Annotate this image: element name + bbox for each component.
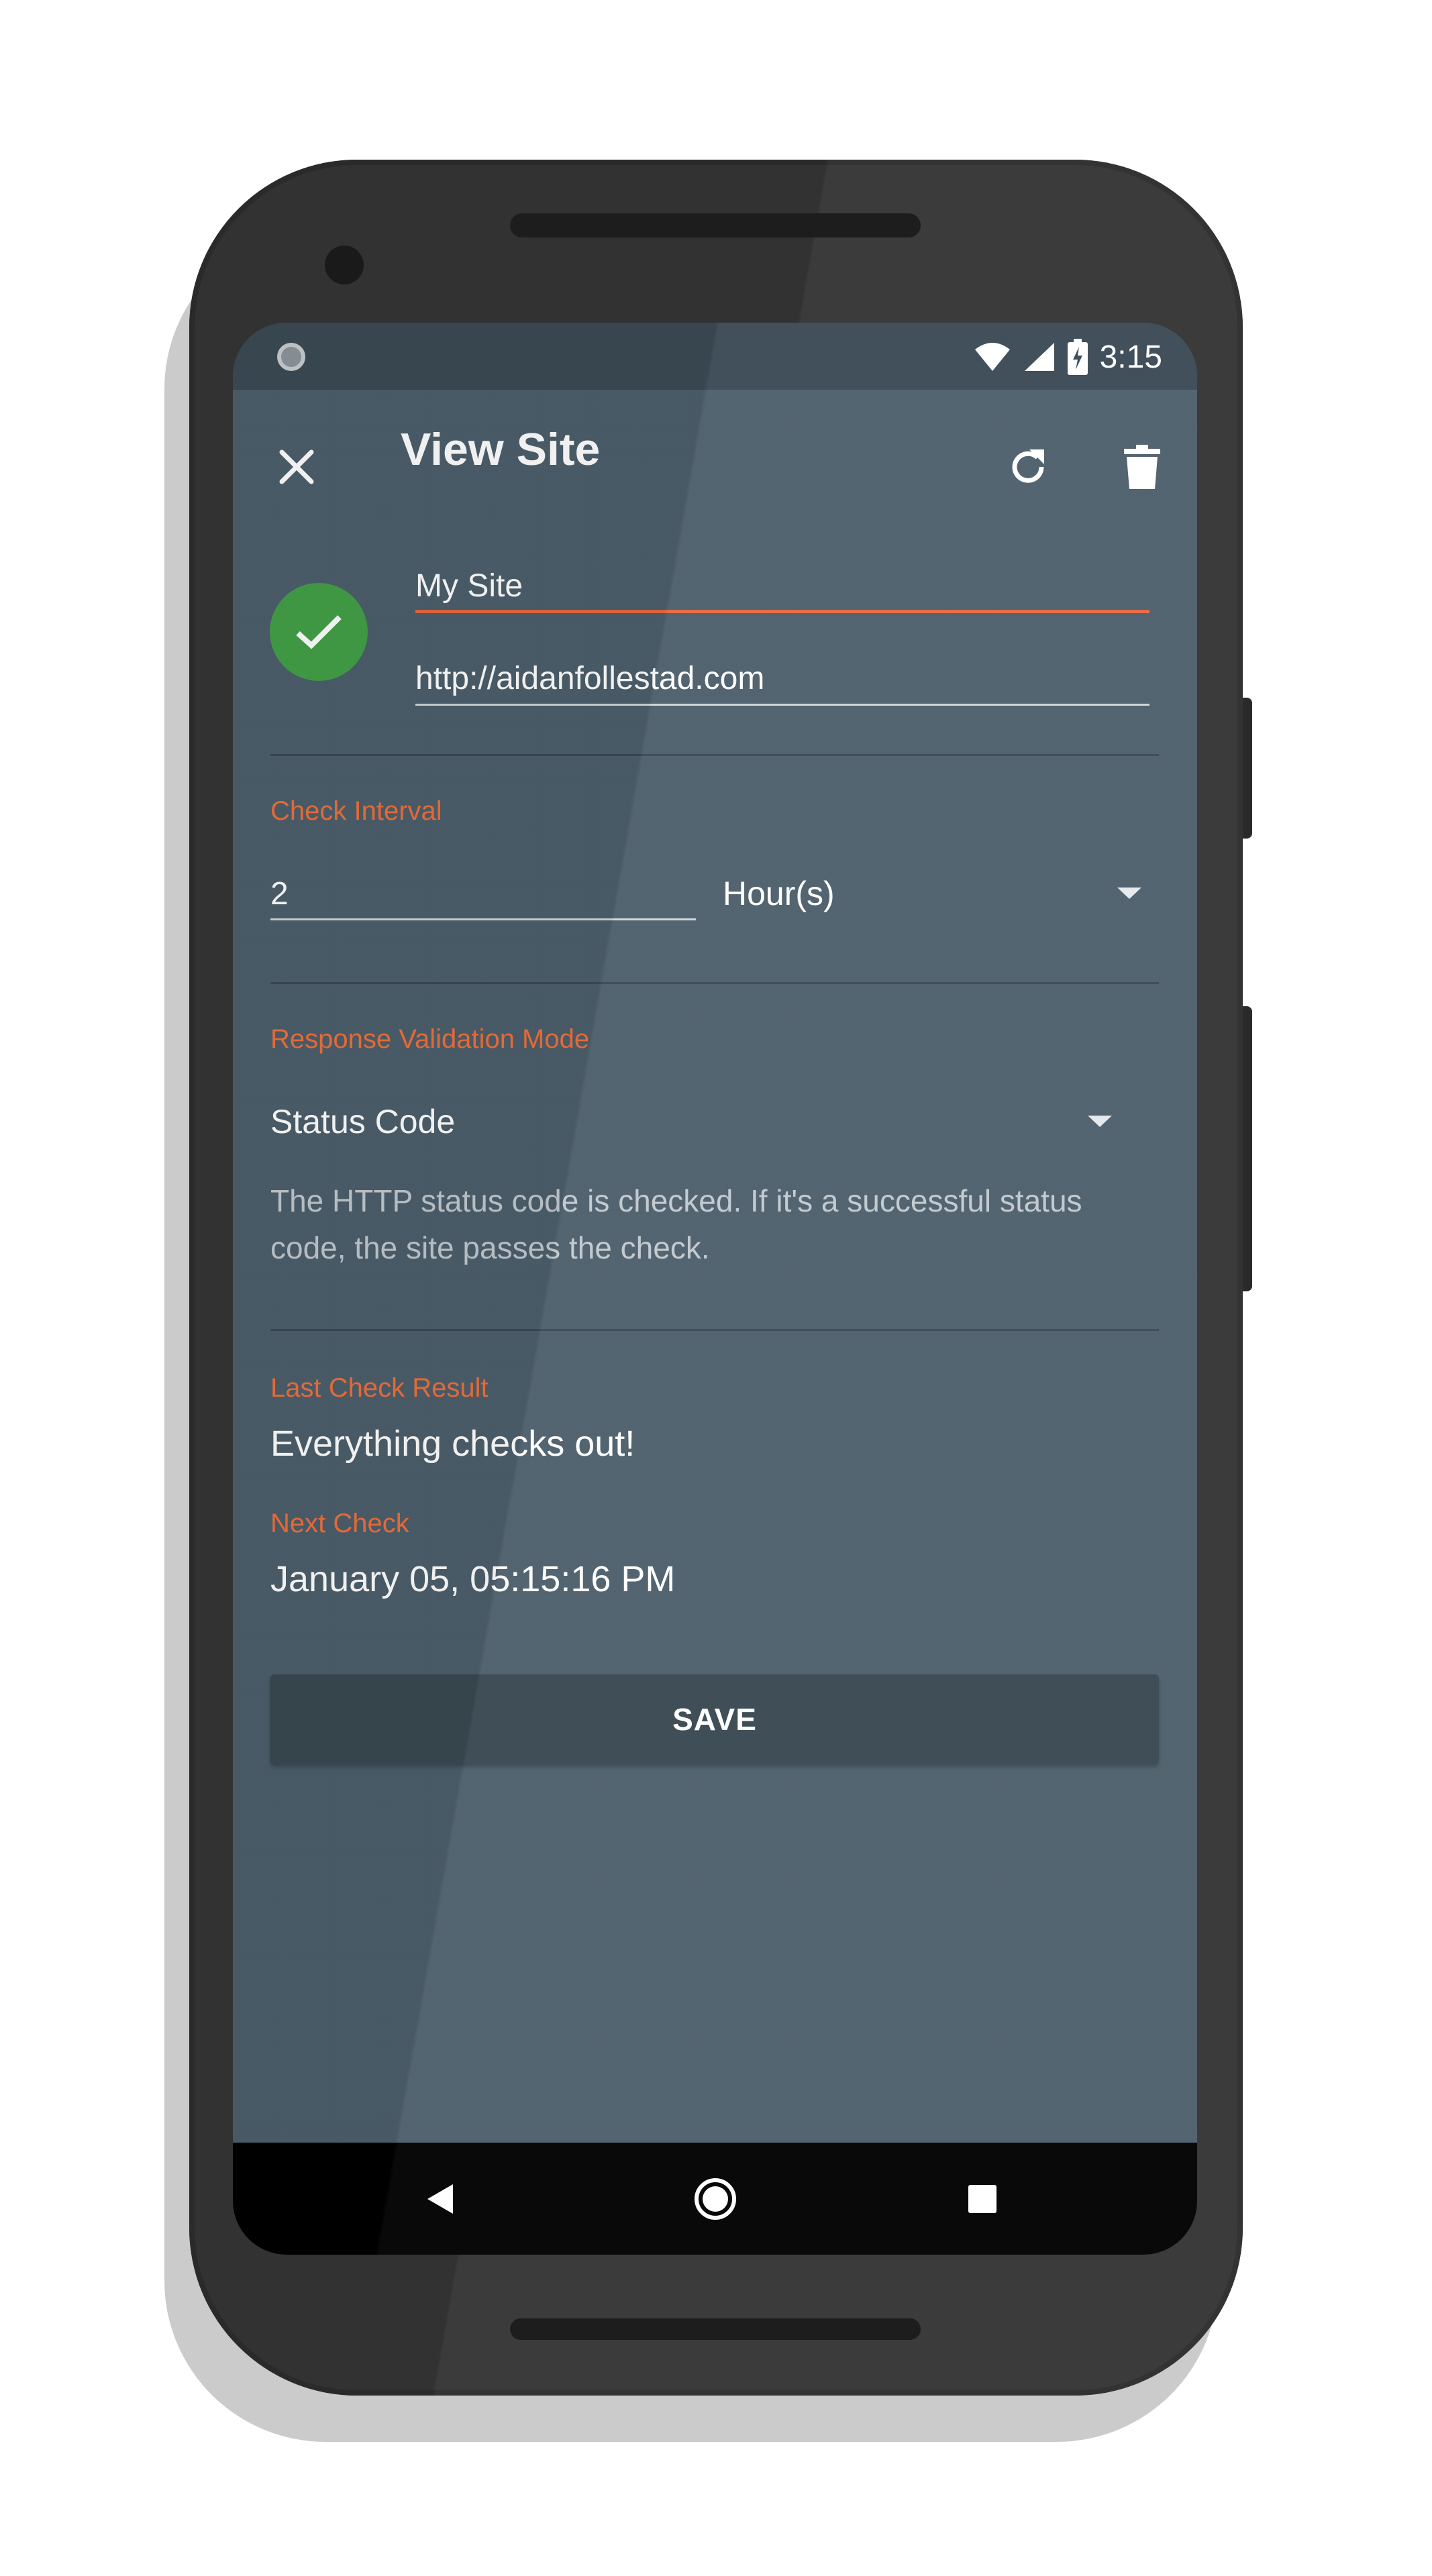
front-camera	[325, 246, 364, 284]
delete-button[interactable]	[1105, 430, 1179, 504]
check-icon	[296, 615, 342, 649]
app-screen: 3:15 View Site Check Interval Hour(s) Re…	[233, 323, 1197, 2255]
validation-mode-dropdown[interactable]: Status Code	[270, 1087, 1159, 1155]
site-name-underline	[415, 610, 1149, 613]
delete-icon	[1124, 445, 1160, 489]
navigation-bar	[233, 2143, 1197, 2255]
last-check-label: Last Check Result	[270, 1373, 489, 1403]
wifi-icon	[974, 343, 1010, 371]
back-button[interactable]	[407, 2165, 474, 2233]
next-check-label: Next Check	[270, 1509, 409, 1538]
bottom-speaker	[510, 2318, 921, 2340]
refresh-icon	[1012, 449, 1044, 483]
status-bar: 3:15	[233, 323, 1197, 390]
back-icon	[427, 2184, 453, 2214]
check-interval-label: Check Interval	[270, 796, 442, 826]
interval-unit-dropdown[interactable]: Hour(s)	[723, 859, 1166, 926]
last-check-value: Everything checks out!	[270, 1424, 635, 1464]
validation-mode-description: The HTTP status code is checked. If it's…	[270, 1183, 1082, 1265]
interval-unit-value: Hour(s)	[723, 875, 835, 912]
recents-icon	[968, 2185, 996, 2213]
check-interval-underline	[270, 918, 696, 920]
save-button[interactable]: SAVE	[270, 1674, 1159, 1764]
section-divider	[270, 1329, 1159, 1331]
section-divider	[270, 982, 1159, 984]
chevron-down-icon	[1088, 1116, 1112, 1127]
status-time: 3:15	[1099, 339, 1162, 375]
site-status-indicator	[270, 583, 368, 681]
site-name-input[interactable]	[415, 566, 1147, 606]
notification-dot-icon	[277, 343, 305, 371]
top-speaker	[510, 213, 921, 237]
next-check-value: January 05, 05:15:16 PM	[270, 1559, 676, 1599]
validation-mode-label: Response Validation Mode	[270, 1024, 590, 1054]
site-url-input[interactable]	[415, 658, 1147, 698]
chevron-down-icon	[1117, 888, 1141, 899]
home-icon	[695, 2178, 736, 2220]
home-button[interactable]	[682, 2165, 749, 2233]
close-button[interactable]	[260, 430, 334, 504]
section-divider	[270, 754, 1159, 756]
cell-signal-icon	[1024, 343, 1054, 371]
recents-button[interactable]	[949, 2165, 1016, 2233]
page-title: View Site	[401, 424, 601, 475]
refresh-button[interactable]	[991, 430, 1065, 504]
battery-charging-icon	[1067, 339, 1088, 375]
site-url-underline	[415, 704, 1149, 706]
validation-mode-value: Status Code	[270, 1103, 456, 1140]
check-interval-input[interactable]	[270, 873, 686, 914]
status-icons: 3:15	[974, 337, 1162, 376]
close-icon	[279, 449, 314, 484]
